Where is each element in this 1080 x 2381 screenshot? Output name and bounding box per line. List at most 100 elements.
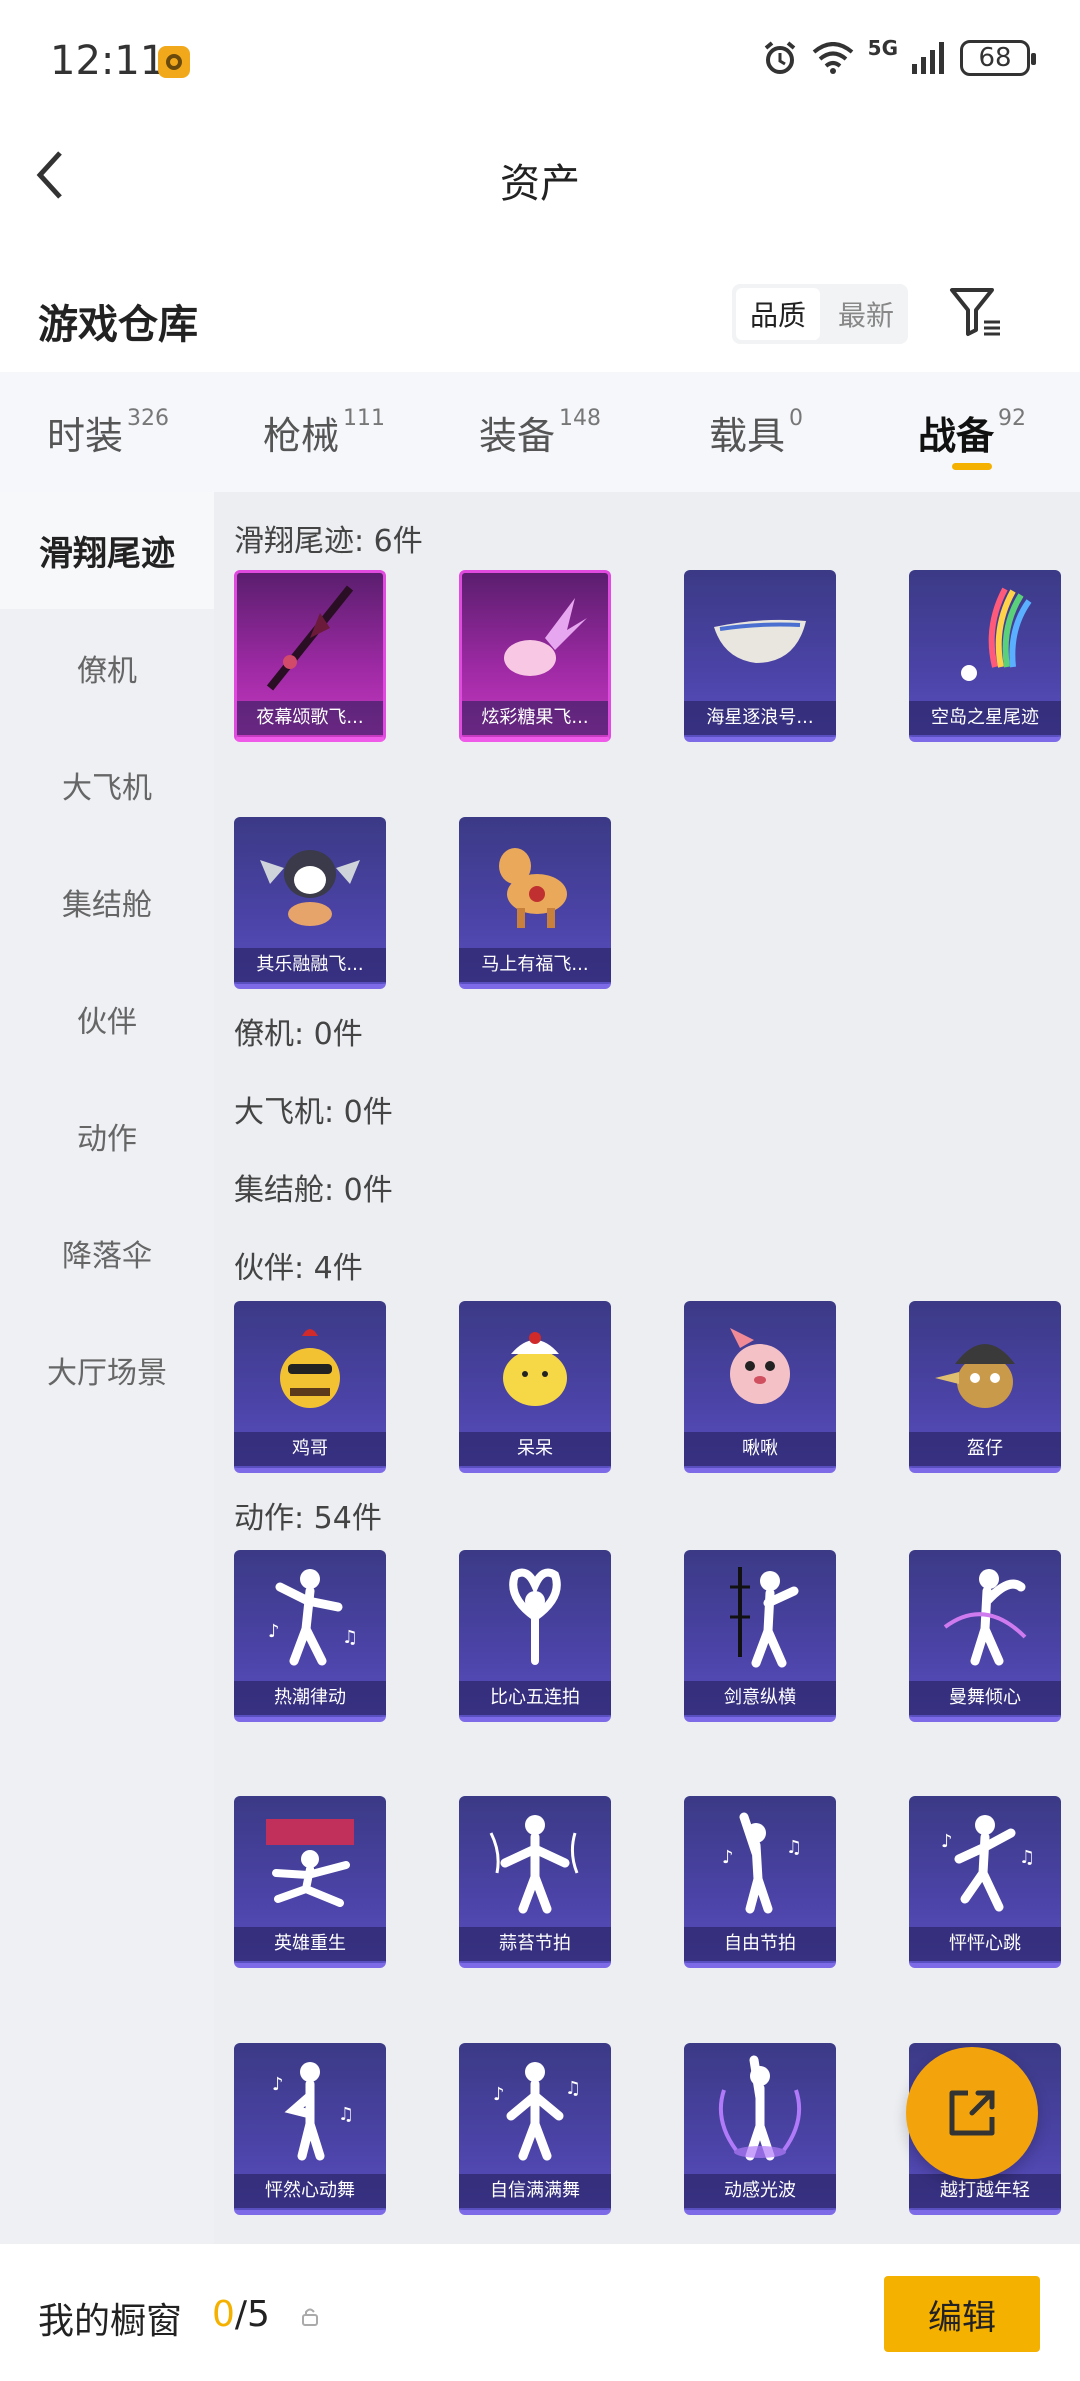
item-card[interactable]: ♪ ♫ 热潮律动 bbox=[234, 1550, 386, 1722]
wifi-icon bbox=[812, 42, 853, 74]
item-card[interactable]: 蒜苔节拍 bbox=[459, 1796, 611, 1968]
item-art bbox=[462, 573, 608, 703]
tab-fashion[interactable]: 时装 326 bbox=[0, 372, 216, 492]
item-card[interactable]: 夜幕颂歌飞... bbox=[234, 570, 386, 742]
alarm-icon bbox=[764, 41, 795, 74]
section-header-emote: 动作: 54件 bbox=[234, 1501, 382, 1536]
staff-icon bbox=[266, 585, 354, 691]
light-wave-icon bbox=[718, 2055, 802, 2160]
item-card[interactable]: 曼舞倾心 bbox=[909, 1550, 1061, 1722]
dancer-icon: ♪ ♫ bbox=[268, 1568, 358, 1665]
battery-level: 68 bbox=[978, 43, 1012, 73]
tab-count: 0 bbox=[789, 405, 803, 431]
tab-label: 枪械 bbox=[262, 413, 339, 458]
sidebar: 滑翔尾迹 僚机 大飞机 集结舱 伙伴 动作 降落伞 大厅场景 bbox=[0, 492, 214, 2244]
share-icon bbox=[949, 2090, 995, 2136]
item-art bbox=[459, 1550, 611, 1683]
item-name: 自信满满舞 bbox=[459, 2174, 611, 2208]
item-card[interactable]: 其乐融融飞... bbox=[234, 817, 386, 989]
sort-quality-button[interactable]: 品质 bbox=[736, 288, 820, 340]
item-art: ♪ ♫ bbox=[234, 1550, 386, 1683]
svg-text:♫: ♫ bbox=[342, 1627, 358, 1648]
section-header-wingman: 僚机: 0件 bbox=[234, 1017, 363, 1052]
svg-text:♪: ♪ bbox=[272, 2074, 284, 2095]
beat-dancer-icon bbox=[489, 1814, 579, 1913]
item-name: 英雄重生 bbox=[234, 1927, 386, 1961]
status-icons: 5G 68 bbox=[762, 36, 1036, 76]
sidebar-item-partner[interactable]: 伙伴 bbox=[0, 960, 214, 1077]
item-art bbox=[684, 1550, 836, 1683]
item-card[interactable]: 英雄重生 bbox=[234, 1796, 386, 1968]
item-card[interactable]: ♪ ♫ 怦然心动舞 bbox=[234, 2043, 386, 2215]
item-name: 曼舞倾心 bbox=[909, 1681, 1061, 1715]
item-art: ♪ ♫ bbox=[684, 1796, 836, 1929]
item-art bbox=[237, 573, 383, 703]
item-card[interactable]: 马上有福飞... bbox=[459, 817, 611, 989]
bird-icon bbox=[730, 1327, 790, 1404]
item-card[interactable]: ♪ ♫ 怦怦心跳 bbox=[909, 1796, 1061, 1968]
item-card[interactable]: ♪ ♫ 自信满满舞 bbox=[459, 2043, 611, 2215]
tab-count: 326 bbox=[127, 405, 169, 431]
chicken-icon bbox=[280, 1328, 340, 1408]
header: 资产 bbox=[0, 125, 1080, 230]
sidebar-item-emote[interactable]: 动作 bbox=[0, 1077, 214, 1194]
svg-text:♫: ♫ bbox=[786, 1837, 802, 1858]
item-art bbox=[909, 1301, 1061, 1434]
item-card[interactable]: 盔仔 bbox=[909, 1301, 1061, 1473]
heart-pose-icon bbox=[509, 1568, 561, 1665]
svg-text:♪: ♪ bbox=[722, 1847, 734, 1868]
svg-text:♪: ♪ bbox=[941, 1831, 953, 1852]
item-art: ♪ ♫ bbox=[234, 2043, 386, 2176]
signal-icon bbox=[912, 42, 944, 74]
item-card[interactable]: ♪ ♫ 自由节拍 bbox=[684, 1796, 836, 1968]
item-card[interactable]: 比心五连拍 bbox=[459, 1550, 611, 1722]
sidebar-item-lobby[interactable]: 大厅场景 bbox=[0, 1311, 214, 1428]
item-name: 自由节拍 bbox=[684, 1927, 836, 1961]
item-name: 炫彩糖果飞... bbox=[462, 701, 608, 735]
showcase-total: /5 bbox=[234, 2294, 270, 2335]
sidebar-item-parachute[interactable]: 降落伞 bbox=[0, 1194, 214, 1311]
item-card[interactable]: 海星逐浪号... bbox=[684, 570, 836, 742]
item-content: 滑翔尾迹: 6件 夜幕颂歌飞... 炫彩糖果飞... 海星逐浪号... 空岛之星… bbox=[214, 492, 1080, 2244]
share-button[interactable] bbox=[906, 2047, 1038, 2179]
showcase-current: 0 bbox=[212, 2294, 235, 2335]
section-header-trail: 滑翔尾迹: 6件 bbox=[234, 524, 423, 559]
item-name: 呆呆 bbox=[459, 1432, 611, 1466]
item-card[interactable]: 动感光波 bbox=[684, 2043, 836, 2215]
tab-guns[interactable]: 枪械 111 bbox=[216, 372, 432, 492]
page-title: 资产 bbox=[500, 161, 580, 207]
item-card[interactable]: 剑意纵横 bbox=[684, 1550, 836, 1722]
item-card[interactable]: 炫彩糖果飞... bbox=[459, 570, 611, 742]
sort-toggle: 品质 最新 bbox=[732, 284, 908, 344]
network-label: 5G bbox=[867, 36, 898, 60]
edit-button[interactable]: 编辑 bbox=[884, 2276, 1040, 2352]
crush-dancer-icon: ♪♫ bbox=[272, 2061, 354, 2160]
item-art bbox=[684, 1301, 836, 1434]
sidebar-item-wingman[interactable]: 僚机 bbox=[0, 609, 214, 726]
filter-button[interactable] bbox=[948, 284, 1004, 344]
item-name: 越打越年轻 bbox=[909, 2174, 1061, 2208]
horse-icon bbox=[499, 847, 567, 928]
sort-latest-button[interactable]: 最新 bbox=[824, 284, 908, 344]
item-card[interactable]: 啾啾 bbox=[684, 1301, 836, 1473]
heartbeat-dancer-icon: ♪♫ bbox=[941, 1814, 1035, 1911]
boat-icon bbox=[714, 619, 806, 663]
section-header-plane: 大飞机: 0件 bbox=[234, 1095, 393, 1130]
tab-count: 148 bbox=[559, 405, 601, 431]
graceful-dancer-icon bbox=[943, 1568, 1027, 1665]
sidebar-item-trail[interactable]: 滑翔尾迹 bbox=[0, 492, 214, 609]
tab-equipment[interactable]: 装备 148 bbox=[432, 372, 648, 492]
category-tabs: 时装 326 枪械 111 装备 148 载具 0 战备 92 bbox=[0, 372, 1080, 492]
tab-combat-gear[interactable]: 战备 92 bbox=[864, 372, 1080, 492]
tab-label: 时装 bbox=[46, 413, 123, 458]
candy-icon bbox=[504, 598, 587, 676]
sword-pose-icon bbox=[730, 1566, 799, 1667]
tab-vehicles[interactable]: 载具 0 bbox=[648, 372, 864, 492]
body-area: 滑翔尾迹 僚机 大飞机 集结舱 伙伴 动作 降落伞 大厅场景 滑翔尾迹: 6件 … bbox=[0, 492, 1080, 2244]
sidebar-item-plane[interactable]: 大飞机 bbox=[0, 726, 214, 843]
item-card[interactable]: 呆呆 bbox=[459, 1301, 611, 1473]
sidebar-item-pod[interactable]: 集结舱 bbox=[0, 843, 214, 960]
item-card[interactable]: 鸡哥 bbox=[234, 1301, 386, 1473]
item-art bbox=[459, 817, 611, 950]
item-card[interactable]: 空岛之星尾迹 bbox=[909, 570, 1061, 742]
